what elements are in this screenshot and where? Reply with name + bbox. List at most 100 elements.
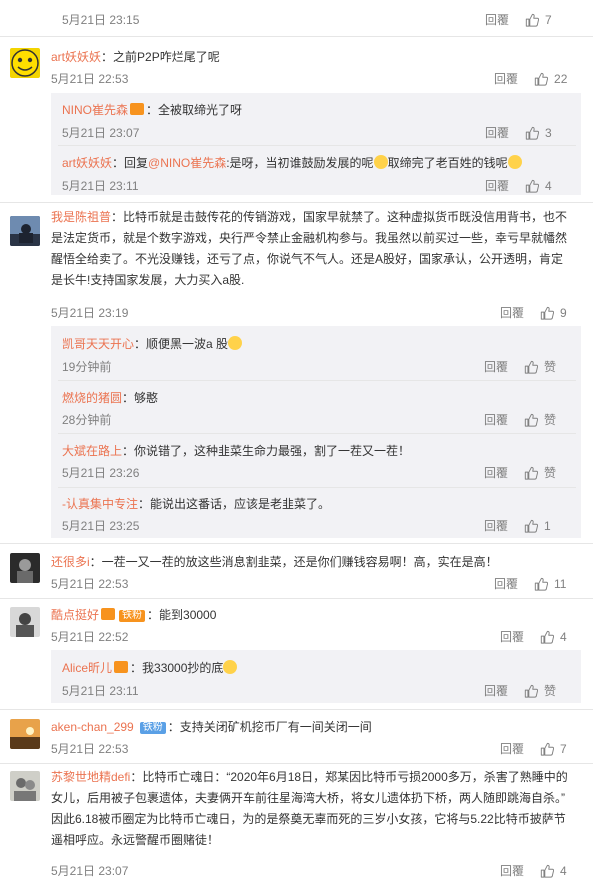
username-link[interactable]: 凯哥天天开心 — [62, 337, 134, 351]
comment-body: 苏黎世地精defi：比特币亡魂日：“2020年6月18日，郑某因比特币亏损200… — [51, 767, 586, 851]
emoji-icon — [223, 660, 238, 674]
username-link[interactable]: 大斌在路上 — [62, 444, 122, 458]
avatar[interactable] — [10, 48, 40, 78]
thumbs-up-icon — [524, 466, 538, 480]
comment-body: 酷点挺好 铁粉 ：能到30000 — [51, 606, 216, 623]
avatar[interactable] — [10, 607, 40, 637]
reply-actions: 回覆 3 — [485, 124, 552, 141]
reply-button[interactable]: 回覆 — [494, 70, 518, 87]
reply-time: 5月21日 23:11 — [62, 179, 139, 193]
reply-button[interactable]: 回覆 — [484, 517, 508, 534]
avatar-photo-icon — [10, 607, 40, 637]
comment-time: 5月21日 22:53 — [51, 72, 129, 86]
comment-time: 5月21日 23:07 — [51, 864, 129, 878]
avatar-photo-icon — [10, 553, 40, 583]
reply-actions: 回覆 1 — [484, 517, 551, 534]
comment-time: 5月21日 23:15 — [62, 13, 140, 27]
username-link[interactable]: 我是陈祖普 — [51, 210, 111, 224]
comment-time: 5月21日 22:53 — [51, 742, 129, 756]
reply-text: ：你说错了，这种韭菜生命力最强，割了一茬又一茬！ — [122, 444, 411, 458]
thumbs-up-icon — [540, 630, 554, 644]
reply-button[interactable]: 回覆 — [500, 628, 524, 645]
comment-text: 遥相呼应。永远警醒币圈赌徒！ — [51, 833, 220, 847]
username-link[interactable]: art妖妖妖 — [62, 156, 112, 170]
reply-actions: 回覆 赞 — [484, 682, 556, 699]
reply-actions: 回覆 4 — [485, 177, 552, 194]
avatar[interactable] — [10, 719, 40, 749]
like-count: 22 — [554, 71, 568, 86]
like-count: 赞 — [544, 466, 557, 480]
like-button[interactable]: 赞 — [524, 411, 556, 428]
reply-button[interactable]: 回覆 — [484, 682, 508, 699]
like-button[interactable]: 9 — [540, 306, 567, 320]
like-count: 赞 — [544, 360, 557, 374]
like-count: 7 — [545, 12, 552, 27]
thumbs-up-icon — [540, 864, 554, 878]
mention-link[interactable]: @NINO崔先森 — [148, 156, 226, 170]
like-button[interactable]: 7 — [525, 13, 552, 27]
reply-button[interactable]: 回覆 — [484, 358, 508, 375]
fan-badge: 铁粉 — [119, 610, 146, 622]
like-button[interactable]: 赞 — [524, 358, 556, 375]
emoji-icon — [373, 155, 388, 169]
divider — [58, 433, 576, 434]
comment-text: ：一茬一又一茬的放这些消息割韭菜，还是你们赚钱容易啊！高，实在是高！ — [89, 555, 498, 569]
like-button[interactable]: 4 — [540, 630, 567, 644]
reply-button[interactable]: 回覆 — [484, 464, 508, 481]
comment-actions: 回覆 22 — [494, 70, 567, 87]
reply-text: ：我33000抄的底 — [130, 661, 224, 675]
reply-text: ：全被取缔光了呀 — [146, 103, 243, 117]
username-link[interactable]: art妖妖妖 — [51, 50, 101, 64]
thumbs-up-icon — [524, 519, 538, 533]
reply-body: -认真集中专注：能说出这番话，应该是老韭菜了。 — [62, 495, 330, 512]
like-button[interactable]: 赞 — [524, 682, 556, 699]
avatar[interactable] — [10, 553, 40, 583]
avatar[interactable] — [10, 216, 40, 246]
comment-text: 因此6.18被币圈定为比特币亡魂日，为的是祭奠无辜而死的三岁小女孩，它将与5.2… — [51, 812, 566, 826]
comment-time: 5月21日 23:19 — [51, 306, 129, 320]
comment-text: 是法定货币，就是个数字游戏，央行严令禁止金融机构参与。我虽然以前买过一些，幸亏早… — [51, 231, 568, 245]
avatar[interactable] — [10, 771, 40, 801]
reply-button[interactable]: 回覆 — [485, 11, 509, 28]
thumbs-up-icon — [524, 413, 538, 427]
like-button[interactable]: 1 — [524, 519, 551, 533]
comment-body: 我是陈祖普：比特币就是击鼓传花的传销游戏，国家早就禁了。这种虚拟货币既没信用背书… — [51, 207, 581, 291]
like-count: 4 — [560, 629, 567, 644]
username-link[interactable]: 还很多i — [51, 555, 90, 569]
reply-button[interactable]: 回覆 — [484, 411, 508, 428]
comment-actions: 回覆 7 — [500, 740, 567, 757]
like-button[interactable]: 4 — [540, 864, 567, 878]
comment-text: ：比特币就是击鼓传花的传销游戏，国家早就禁了。这种虚拟货币既没信用背书，也不 — [111, 210, 568, 224]
username-link[interactable]: Alice昕儿 — [62, 661, 112, 675]
like-button[interactable]: 4 — [525, 179, 552, 193]
username-link[interactable]: 苏黎世地精defi — [51, 770, 130, 784]
comment-text: ：比特币亡魂日：“2020年6月18日，郑某因比特币亏损2000多万，杀害了熟睡… — [130, 770, 568, 784]
like-button[interactable]: 7 — [540, 742, 567, 756]
username-link[interactable]: 燃烧的猪圆 — [62, 391, 122, 405]
reply-time: 5月21日 23:07 — [62, 126, 140, 140]
username-link[interactable]: aken-chan_299 — [51, 720, 134, 734]
username-link[interactable]: -认真集中专注 — [62, 497, 138, 511]
comment-text: ：能到30000 — [147, 608, 217, 622]
like-button[interactable]: 11 — [534, 577, 566, 591]
comment-text: 醒悟全给卖了。不光没赚钱，还亏了点，你说气不气人。还是A股好，国家承认，公开透明… — [51, 252, 564, 266]
comment-body: aken-chan_299 铁粉 ：支持关闭矿机挖币厂有一间关闭一间 — [51, 718, 372, 735]
reply-button[interactable]: 回覆 — [485, 124, 509, 141]
like-button[interactable]: 赞 — [524, 464, 556, 481]
reply-button[interactable]: 回覆 — [485, 177, 509, 194]
divider — [0, 36, 593, 37]
reply-button[interactable]: 回覆 — [500, 862, 524, 879]
emoji-icon — [507, 155, 522, 169]
comment-text: ：之前P2P咋烂尾了呢 — [101, 50, 220, 64]
reply-text: ：回复 — [112, 156, 149, 170]
reply-button[interactable]: 回覆 — [500, 304, 524, 321]
like-button[interactable]: 3 — [525, 126, 552, 140]
avatar-photo-icon — [10, 216, 40, 246]
thumbs-up-icon — [525, 179, 539, 193]
username-link[interactable]: NINO崔先森 — [62, 103, 128, 117]
like-button[interactable]: 22 — [534, 72, 567, 86]
username-link[interactable]: 酷点挺好 — [51, 608, 99, 622]
thumbs-up-icon — [525, 13, 539, 27]
reply-button[interactable]: 回覆 — [494, 575, 518, 592]
reply-button[interactable]: 回覆 — [500, 740, 524, 757]
